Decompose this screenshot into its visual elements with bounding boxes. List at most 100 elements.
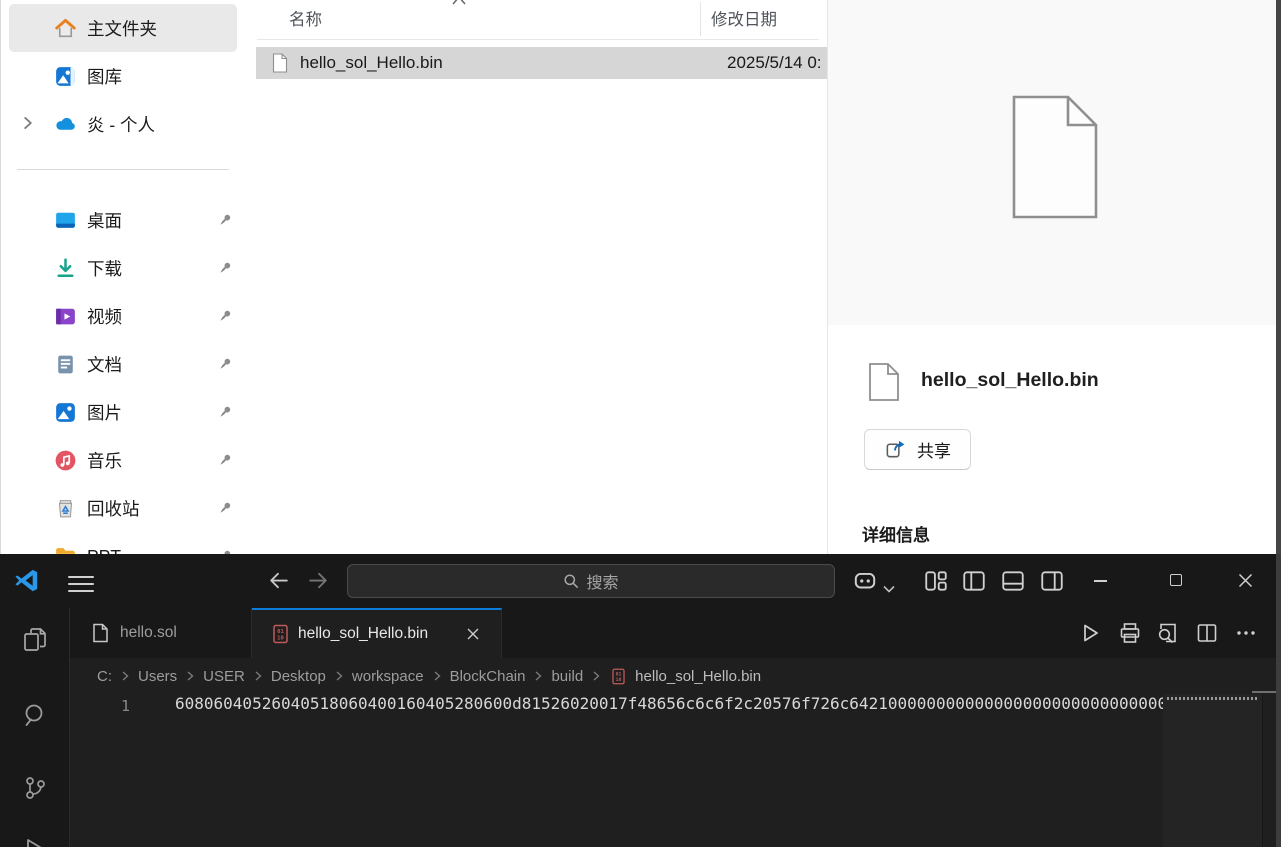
file-date: 2025/5/14 0: bbox=[727, 53, 827, 73]
sidebar-item-documents[interactable]: 文档 bbox=[9, 340, 237, 388]
music-icon bbox=[53, 448, 78, 473]
forward-arrow-icon[interactable] bbox=[306, 568, 331, 593]
binary-file-icon: 0110 bbox=[611, 668, 626, 685]
breadcrumb-item[interactable]: workspace bbox=[352, 668, 424, 685]
desktop-icon bbox=[53, 208, 78, 233]
split-editor-icon[interactable] bbox=[1195, 621, 1219, 645]
sidebar-item-gallery[interactable]: 图库 bbox=[9, 52, 237, 100]
pin-icon[interactable] bbox=[215, 546, 235, 554]
pin-icon[interactable] bbox=[215, 354, 235, 374]
breadcrumb-item-current[interactable]: hello_sol_Hello.bin bbox=[635, 668, 761, 685]
sidebar-item-recycle-bin[interactable]: 回收站 bbox=[9, 484, 237, 532]
share-icon bbox=[884, 438, 907, 461]
editor-area[interactable]: 1 60806040526040518060400160405280600d81… bbox=[70, 694, 1281, 847]
sidebar-divider bbox=[17, 169, 229, 170]
customize-layout-icon[interactable] bbox=[923, 568, 949, 594]
more-actions-icon[interactable] bbox=[1234, 621, 1258, 645]
videos-icon bbox=[53, 304, 78, 329]
chevron-down-icon[interactable] bbox=[882, 576, 896, 602]
search-box[interactable]: 搜索 bbox=[347, 564, 835, 598]
breadcrumb-item[interactable]: BlockChain bbox=[450, 668, 526, 685]
tab-label: hello_sol_Hello.bin bbox=[298, 625, 428, 643]
chevron-right-icon bbox=[532, 670, 544, 682]
svg-text:10: 10 bbox=[277, 636, 284, 642]
pin-icon[interactable] bbox=[215, 498, 235, 518]
sidebar-item-downloads[interactable]: 下载 bbox=[9, 244, 237, 292]
file-document-icon bbox=[92, 623, 109, 643]
document-small-icon bbox=[868, 362, 900, 402]
copilot-icon[interactable] bbox=[852, 568, 878, 594]
header-underline bbox=[257, 39, 819, 40]
file-row-selected[interactable]: hello_sol_Hello.bin 2025/5/14 0: bbox=[256, 47, 827, 79]
tab-hello-sol[interactable]: hello.sol bbox=[72, 608, 252, 658]
sidebar-item-label: 主文件夹 bbox=[87, 16, 157, 41]
chevron-right-icon bbox=[252, 670, 264, 682]
preview-pane: hello_sol_Hello.bin 共享 详细信息 bbox=[827, 0, 1281, 554]
file-list-panel: 名称 修改日期 hello_sol_Hello.bin 2025/5/14 0: bbox=[239, 0, 827, 554]
pin-icon[interactable] bbox=[215, 210, 235, 230]
pin-icon[interactable] bbox=[215, 306, 235, 326]
share-button[interactable]: 共享 bbox=[864, 429, 971, 470]
column-header-date[interactable]: 修改日期 bbox=[711, 6, 777, 30]
documents-icon bbox=[53, 352, 78, 377]
search-sidebar-icon[interactable] bbox=[21, 701, 49, 729]
chevron-right-icon bbox=[333, 670, 345, 682]
pin-icon[interactable] bbox=[215, 450, 235, 470]
toggle-secondary-sidebar-icon[interactable] bbox=[1039, 568, 1065, 594]
svg-text:01: 01 bbox=[277, 629, 284, 635]
sidebar-item-desktop[interactable]: 桌面 bbox=[9, 196, 237, 244]
close-icon bbox=[1238, 573, 1253, 588]
chevron-right-icon bbox=[590, 670, 602, 682]
minimap[interactable] bbox=[1163, 694, 1262, 847]
find-in-file-icon[interactable] bbox=[1156, 621, 1180, 645]
sidebar-item-videos[interactable]: 视频 bbox=[9, 292, 237, 340]
sidebar-item-onedrive[interactable]: 炎 - 个人 bbox=[9, 100, 237, 148]
chevron-right-icon bbox=[119, 670, 131, 682]
pictures-icon bbox=[53, 400, 78, 425]
tab-label: hello.sol bbox=[120, 624, 177, 642]
sidebar-item-ppt[interactable]: PPT bbox=[9, 532, 237, 554]
tab-close-icon[interactable] bbox=[466, 627, 480, 641]
vscode-window: 搜索 hello.sol bbox=[0, 554, 1281, 847]
chevron-right-icon[interactable] bbox=[19, 114, 37, 132]
vscode-logo-icon bbox=[13, 567, 40, 594]
sidebar-item-home[interactable]: 主文件夹 bbox=[9, 4, 237, 52]
explorer-files-icon[interactable] bbox=[21, 626, 49, 654]
code-line[interactable]: 60806040526040518060400160405280600d8152… bbox=[175, 694, 1163, 721]
breadcrumb-item[interactable]: C: bbox=[97, 668, 112, 685]
recycle-bin-icon bbox=[53, 496, 78, 521]
file-explorer-window: 主文件夹 图库 炎 - 个人 桌面 下载 bbox=[0, 0, 1281, 554]
screen: 主文件夹 图库 炎 - 个人 桌面 下载 bbox=[0, 0, 1281, 847]
run-debug-icon[interactable] bbox=[21, 836, 49, 847]
back-arrow-icon[interactable] bbox=[266, 568, 291, 593]
breadcrumb-item[interactable]: Users bbox=[138, 668, 177, 685]
vscode-titlebar: 搜索 bbox=[0, 554, 1281, 608]
column-header-name[interactable]: 名称 bbox=[289, 6, 322, 30]
hamburger-menu-icon[interactable] bbox=[68, 571, 94, 591]
gallery-icon bbox=[53, 64, 78, 89]
pin-icon[interactable] bbox=[215, 402, 235, 422]
print-icon[interactable] bbox=[1118, 621, 1142, 645]
column-divider[interactable] bbox=[700, 2, 701, 36]
toggle-primary-sidebar-icon[interactable] bbox=[961, 568, 987, 594]
source-control-icon[interactable] bbox=[21, 774, 49, 802]
breadcrumb-item[interactable]: build bbox=[551, 668, 583, 685]
file-icon bbox=[272, 53, 288, 73]
activity-bar bbox=[0, 608, 70, 847]
breadcrumb-item[interactable]: Desktop bbox=[271, 668, 326, 685]
run-file-icon[interactable] bbox=[1078, 621, 1102, 645]
sidebar-item-label: 下载 bbox=[87, 256, 122, 281]
line-number: 1 bbox=[108, 697, 130, 715]
sidebar-item-music[interactable]: 音乐 bbox=[9, 436, 237, 484]
chevron-right-icon bbox=[184, 670, 196, 682]
breadcrumb: C: Users USER Desktop workspace BlockCha… bbox=[97, 668, 761, 685]
sidebar-item-label: 音乐 bbox=[87, 448, 122, 473]
svg-text:10: 10 bbox=[616, 677, 622, 683]
toggle-panel-icon[interactable] bbox=[1000, 568, 1026, 594]
tab-hello-sol-hello-bin[interactable]: 0110 hello_sol_Hello.bin bbox=[252, 608, 502, 658]
breadcrumb-item[interactable]: USER bbox=[203, 668, 245, 685]
pin-icon[interactable] bbox=[215, 258, 235, 278]
sidebar-item-pictures[interactable]: 图片 bbox=[9, 388, 237, 436]
sort-ascending-icon bbox=[451, 0, 467, 6]
minimize-icon bbox=[1094, 580, 1107, 582]
